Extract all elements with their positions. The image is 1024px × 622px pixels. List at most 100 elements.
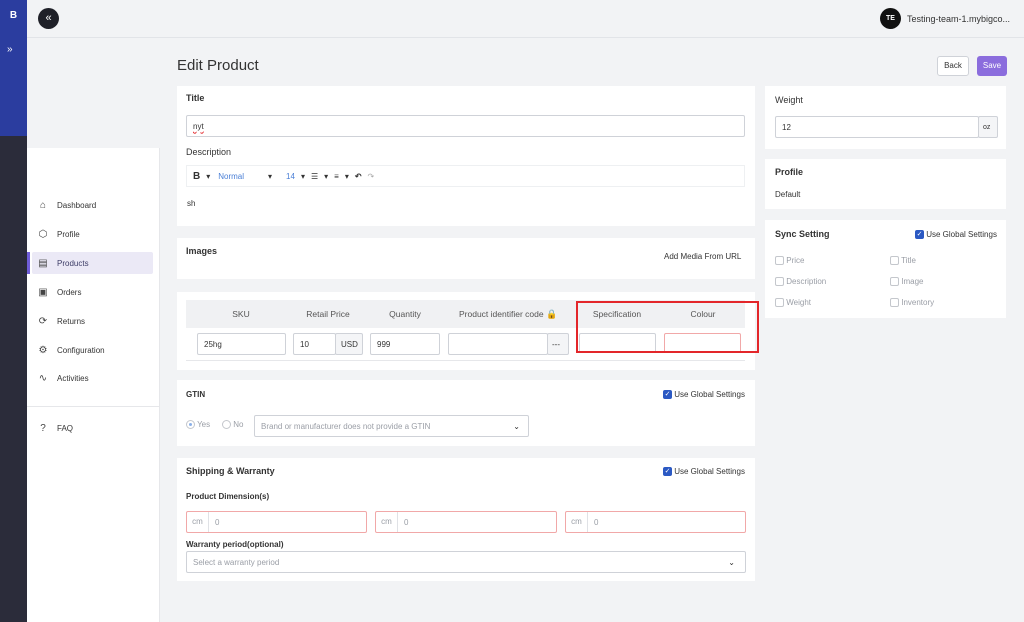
checkbox-icon[interactable] <box>890 298 899 308</box>
dimension-input-2[interactable]: cm 0 <box>375 511 557 533</box>
shipping-use-global[interactable]: ✓ Use Global Settings <box>663 467 745 477</box>
page-title: Edit Product <box>177 57 259 74</box>
checkbox-checked-icon[interactable]: ✓ <box>915 230 924 240</box>
dimension-input-3[interactable]: cm 0 <box>565 511 746 533</box>
gtin-use-global[interactable]: ✓ Use Global Settings <box>663 390 745 400</box>
sync-use-global[interactable]: ✓ Use Global Settings <box>915 230 997 240</box>
sidebar-item-activities[interactable]: ∿ Activities <box>32 367 153 389</box>
checkbox-icon[interactable] <box>775 298 784 308</box>
chevron-down-icon[interactable]: ▾ <box>324 172 328 181</box>
sync-use-global-label: Use Global Settings <box>926 230 997 239</box>
sidebar-item-label: Configuration <box>57 345 105 355</box>
chevron-down-icon: ⌄ <box>728 557 735 567</box>
sidebar-item-profile[interactable]: ⬡ Profile <box>32 223 153 245</box>
gtin-use-global-label: Use Global Settings <box>674 390 745 399</box>
sync-option-inventory[interactable]: Inventory <box>890 298 934 308</box>
highlight-box <box>576 301 759 353</box>
add-media-link[interactable]: Add Media From URL <box>664 252 741 261</box>
active-indicator <box>27 252 30 274</box>
sync-option-weight[interactable]: Weight <box>775 298 811 308</box>
warranty-label: Warranty period(optional) <box>186 540 284 549</box>
chevron-down-icon[interactable]: ▾ <box>268 172 272 181</box>
gtin-no-radio[interactable]: No <box>222 420 243 430</box>
dimension-input-1[interactable]: cm 0 <box>186 511 367 533</box>
sidebar-item-label: Returns <box>57 316 86 326</box>
radio-icon[interactable] <box>222 420 231 430</box>
save-button[interactable]: Save <box>977 56 1007 76</box>
weight-input[interactable]: 12 <box>775 116 979 138</box>
sidebar-divider <box>27 406 160 407</box>
identifier-code-input[interactable] <box>448 333 548 355</box>
chevron-down-icon: ⌄ <box>513 421 520 431</box>
avatar: TE <box>879 8 901 29</box>
cube-icon: ⬡ <box>38 228 48 240</box>
top-bar: « TE Testing-team-1.mybigco... <box>27 0 1024 38</box>
box-icon: ▣ <box>38 286 48 298</box>
profile-label: Profile <box>775 167 804 177</box>
home-icon: ⌂ <box>39 199 47 211</box>
checkbox-icon[interactable] <box>890 256 899 266</box>
identifier-more-button[interactable]: --- <box>547 333 569 355</box>
sidebar-item-returns[interactable]: ⟳ Returns <box>32 310 153 332</box>
list-icon[interactable]: ☰ <box>311 172 318 181</box>
sync-option-price[interactable]: Price <box>775 256 804 266</box>
checkbox-checked-icon[interactable]: ✓ <box>663 467 672 477</box>
text-style-select[interactable]: Normal <box>218 172 244 181</box>
title-label: Title <box>186 93 205 103</box>
sku-input[interactable]: 25hg <box>197 333 286 355</box>
column-header-sku: SKU <box>196 300 286 328</box>
sync-option-image[interactable]: Image <box>890 277 923 287</box>
chevron-down-icon[interactable]: ▾ <box>345 172 349 181</box>
sidebar-item-orders[interactable]: ▣ Orders <box>32 281 153 303</box>
gtin-yes-radio[interactable]: Yes <box>186 420 211 430</box>
undo-icon[interactable]: ↶ <box>355 172 362 181</box>
align-icon[interactable]: ≡ <box>334 172 339 181</box>
sync-option-label: Description <box>786 277 827 286</box>
unit-addon: cm <box>376 512 398 532</box>
gtin-yes-label: Yes <box>197 420 211 429</box>
sidebar-item-label: Profile <box>57 229 80 239</box>
gtin-select[interactable]: Brand or manufacturer does not provide a… <box>254 415 529 437</box>
back-button[interactable]: Back <box>937 56 969 76</box>
sidebar: ⌂ Dashboard ⬡ Profile ▤ Products ▣ Order… <box>27 148 160 622</box>
sidebar-item-faq[interactable]: ? FAQ <box>32 417 153 439</box>
title-input[interactable]: nyt <box>186 115 745 137</box>
sync-option-description[interactable]: Description <box>775 277 827 287</box>
quantity-input[interactable]: 999 <box>370 333 440 355</box>
collapse-menu-button[interactable]: « <box>38 8 59 29</box>
sidebar-item-configuration[interactable]: ⚙ Configuration <box>32 339 153 361</box>
editor-toolbar: B ▾ Normal ▾ 14 ▾ ☰ ▾ ≡ ▾ ↶ ↷ <box>186 165 745 187</box>
checkbox-icon[interactable] <box>775 277 784 287</box>
sync-option-title[interactable]: Title <box>890 256 916 266</box>
store-name: Testing-team-1.mybigco... <box>906 13 1010 24</box>
currency-addon: USD <box>335 333 363 355</box>
chevron-down-icon[interactable]: ▾ <box>206 172 210 181</box>
font-size-select[interactable]: 14 <box>286 172 295 181</box>
expand-rail-icon[interactable]: » <box>7 44 13 55</box>
shipping-use-global-label: Use Global Settings <box>674 467 745 476</box>
refresh-icon: ⟳ <box>38 315 48 327</box>
dimension-value: 0 <box>594 517 599 527</box>
dimension-value: 0 <box>215 517 220 527</box>
retail-price-input[interactable]: 10 <box>293 333 336 355</box>
redo-icon[interactable]: ↷ <box>368 172 375 181</box>
sidebar-item-dashboard[interactable]: ⌂ Dashboard <box>32 194 153 216</box>
bold-button[interactable]: B <box>193 171 200 182</box>
description-label: Description <box>186 147 232 157</box>
checkbox-icon[interactable] <box>890 277 899 287</box>
app-rail: B » <box>0 0 27 622</box>
lock-icon: 🔒 <box>545 309 558 319</box>
sidebar-item-products[interactable]: ▤ Products <box>32 252 153 274</box>
checkbox-checked-icon[interactable]: ✓ <box>663 390 672 400</box>
gtin-label: GTIN <box>186 390 206 399</box>
gear-icon: ⚙ <box>38 344 48 356</box>
bigcommerce-logo: B <box>9 10 18 21</box>
checkbox-icon[interactable] <box>775 256 784 266</box>
user-menu[interactable]: TE Testing-team-1.mybigco... <box>879 8 1010 29</box>
chevron-down-icon[interactable]: ▾ <box>301 172 305 181</box>
profile-value: Default <box>775 190 801 199</box>
warranty-select[interactable]: Select a warranty period ⌄ <box>186 551 746 573</box>
gtin-select-value: Brand or manufacturer does not provide a… <box>261 421 431 431</box>
description-editor[interactable]: sh <box>187 199 195 208</box>
radio-selected-icon[interactable] <box>186 420 195 430</box>
